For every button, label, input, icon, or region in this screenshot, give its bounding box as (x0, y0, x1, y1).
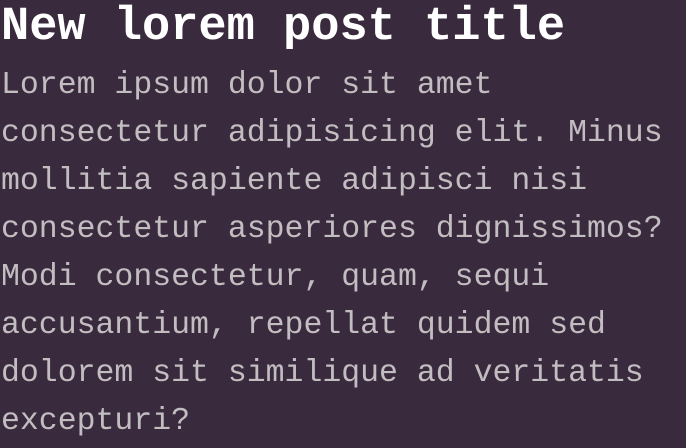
post-body-line: mollitia sapiente adipisci nisi (1, 164, 587, 199)
post-body-line: excepturi? (1, 404, 191, 439)
post-body-line: dolorem sit similique ad veritatis (1, 356, 644, 391)
post-body-line: consectetur asperiores dignissimos? (1, 212, 663, 247)
blog-post: New lorem post title Lorem ipsum dolor s… (0, 0, 686, 448)
post-body-line: accusantium, repellat quidem sed (1, 308, 606, 343)
post-body-line: consectetur adipisicing elit. Minus (1, 116, 663, 151)
post-title: New lorem post title (1, 1, 566, 54)
post-body-line: Lorem ipsum dolor sit amet (1, 68, 493, 103)
post-body-line: Modi consectetur, quam, sequi (1, 260, 550, 295)
post-body: Lorem ipsum dolor sit amet consectetur a… (1, 62, 686, 446)
